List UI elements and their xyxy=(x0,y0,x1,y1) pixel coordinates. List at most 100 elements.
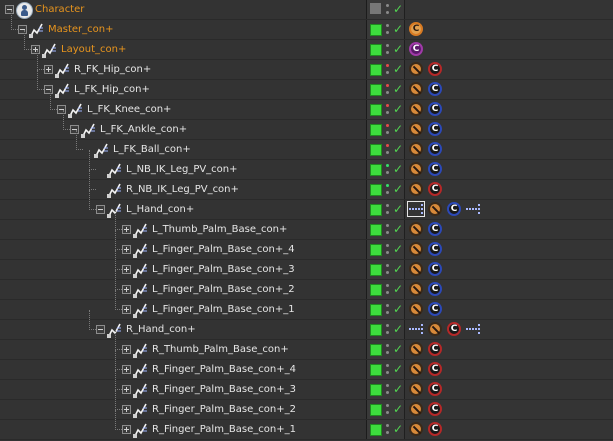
object-name-label[interactable]: L_Thumb_Palm_Base_con+ xyxy=(152,223,287,237)
visibility-dot[interactable] xyxy=(386,144,389,147)
expand-toggle-icon[interactable] xyxy=(122,305,131,314)
ik-tag-icon[interactable] xyxy=(409,323,423,335)
constraint-tag-icon[interactable]: C xyxy=(428,342,442,356)
layer-color-box[interactable] xyxy=(370,384,382,396)
constraint-tag-icon[interactable]: C xyxy=(428,122,442,136)
visibility-dot[interactable] xyxy=(386,371,389,374)
expand-toggle-icon[interactable] xyxy=(122,365,131,374)
layer-color-box[interactable] xyxy=(370,324,382,336)
enabled-check-icon[interactable]: ✓ xyxy=(393,302,403,316)
constraint-tag-icon[interactable]: C xyxy=(428,102,442,116)
visibility-dot[interactable] xyxy=(386,4,389,7)
layer-color-box[interactable] xyxy=(370,164,382,176)
layer-color-box[interactable] xyxy=(370,104,382,116)
visibility-dot[interactable] xyxy=(386,351,389,354)
protection-tag-icon[interactable] xyxy=(409,162,423,176)
expand-toggle-icon[interactable] xyxy=(18,25,27,34)
expand-toggle-icon[interactable] xyxy=(31,45,40,54)
visibility-toggle-icon[interactable] xyxy=(386,204,392,216)
visibility-dot[interactable] xyxy=(386,344,389,347)
visibility-dot[interactable] xyxy=(386,84,389,87)
visibility-dot[interactable] xyxy=(386,191,389,194)
expand-toggle-icon[interactable] xyxy=(122,265,131,274)
constraint-tag-icon[interactable]: C xyxy=(428,422,442,436)
layer-color-box[interactable] xyxy=(370,264,382,276)
visibility-dot[interactable] xyxy=(386,331,389,334)
visibility-dot[interactable] xyxy=(386,184,389,187)
object-row[interactable]: R_Finger_Palm_Base_con+_2 ✓ C xyxy=(0,390,613,420)
ik-tag-icon[interactable] xyxy=(466,203,480,215)
layer-color-box[interactable] xyxy=(370,284,382,296)
expand-toggle-icon[interactable] xyxy=(122,385,131,394)
object-name-label[interactable]: L_NB_IK_Leg_PV_con+ xyxy=(126,163,238,177)
protection-tag-icon[interactable] xyxy=(409,342,423,356)
visibility-dot[interactable] xyxy=(386,364,389,367)
protection-tag-icon[interactable] xyxy=(409,82,423,96)
object-name-label[interactable]: R_Thumb_Palm_Base_con+ xyxy=(152,343,289,357)
object-row[interactable]: R_NB_IK_Leg_PV_con+ ✓ C xyxy=(0,170,613,200)
protection-tag-icon[interactable] xyxy=(409,262,423,276)
visibility-dot[interactable] xyxy=(386,164,389,167)
protection-tag-icon[interactable] xyxy=(409,382,423,396)
visibility-toggle-icon[interactable] xyxy=(386,164,392,176)
expand-toggle-icon[interactable] xyxy=(122,405,131,414)
constraint-tag-icon[interactable]: C xyxy=(428,382,442,396)
layer-color-box[interactable] xyxy=(370,404,382,416)
object-row[interactable]: R_Thumb_Palm_Base_con+ ✓ C xyxy=(0,330,613,360)
object-name-label[interactable]: L_FK_Hip_con+ xyxy=(74,83,150,97)
object-name-label[interactable]: R_FK_Hip_con+ xyxy=(74,63,151,77)
layer-color-box[interactable] xyxy=(370,144,382,156)
protection-tag-icon[interactable] xyxy=(409,422,423,436)
protection-tag-icon[interactable] xyxy=(428,202,442,216)
enabled-check-icon[interactable]: ✓ xyxy=(393,282,403,296)
ik-tag-icon[interactable] xyxy=(407,201,425,217)
layer-color-box[interactable] xyxy=(370,304,382,316)
object-row[interactable]: L_NB_IK_Leg_PV_con+ ✓ C xyxy=(0,150,613,180)
object-name-label[interactable]: L_Finger_Palm_Base_con+_3 xyxy=(152,263,295,277)
object-name-label[interactable]: Master_con+ xyxy=(48,23,113,37)
layer-color-box[interactable] xyxy=(370,424,382,436)
object-name-label[interactable]: L_FK_Ball_con+ xyxy=(113,143,191,157)
constraint-tag-icon[interactable]: C xyxy=(428,402,442,416)
enabled-check-icon[interactable]: ✓ xyxy=(393,342,403,356)
enabled-check-icon[interactable]: ✓ xyxy=(393,362,403,376)
object-row[interactable]: L_FK_Hip_con+ ✓ C xyxy=(0,70,613,100)
enabled-check-icon[interactable]: ✓ xyxy=(393,102,403,116)
enabled-check-icon[interactable]: ✓ xyxy=(393,422,403,436)
enabled-check-icon[interactable]: ✓ xyxy=(393,142,403,156)
constraint-tag-icon[interactable]: C xyxy=(428,82,442,96)
expand-toggle-icon[interactable] xyxy=(57,105,66,114)
visibility-dot[interactable] xyxy=(386,104,389,107)
expand-toggle-icon[interactable] xyxy=(44,85,53,94)
layer-color-box[interactable] xyxy=(370,64,382,76)
visibility-toggle-icon[interactable] xyxy=(386,324,392,336)
enabled-check-icon[interactable]: ✓ xyxy=(393,82,403,96)
visibility-dot[interactable] xyxy=(386,111,389,114)
visibility-toggle-icon[interactable] xyxy=(386,424,392,436)
visibility-dot[interactable] xyxy=(386,11,389,14)
visibility-dot[interactable] xyxy=(386,124,389,127)
visibility-dot[interactable] xyxy=(386,51,389,54)
object-row[interactable]: L_Hand_con+ ✓ C xyxy=(0,190,613,220)
constraint-tag-icon[interactable]: C xyxy=(428,162,442,176)
ik-tag-icon[interactable] xyxy=(466,323,480,335)
visibility-toggle-icon[interactable] xyxy=(386,244,392,256)
protection-tag-icon[interactable] xyxy=(409,102,423,116)
object-name-label[interactable]: R_Hand_con+ xyxy=(126,323,196,337)
visibility-dot[interactable] xyxy=(386,431,389,434)
visibility-toggle-icon[interactable] xyxy=(386,364,392,376)
visibility-dot[interactable] xyxy=(386,264,389,267)
constraint-tag-icon[interactable]: C xyxy=(428,182,442,196)
protection-tag-icon[interactable] xyxy=(409,222,423,236)
object-name-label[interactable]: L_Finger_Palm_Base_con+_4 xyxy=(152,243,295,257)
object-row[interactable]: Character ✓ xyxy=(0,0,613,20)
object-row[interactable]: Master_con+ ✓ C xyxy=(0,10,613,40)
visibility-dot[interactable] xyxy=(386,64,389,67)
protection-tag-icon[interactable] xyxy=(409,182,423,196)
enabled-check-icon[interactable]: ✓ xyxy=(393,402,403,416)
constraint-tag-icon[interactable]: C xyxy=(428,142,442,156)
visibility-dot[interactable] xyxy=(386,24,389,27)
enabled-check-icon[interactable]: ✓ xyxy=(393,202,403,216)
visibility-toggle-icon[interactable] xyxy=(386,64,392,76)
layer-color-box[interactable] xyxy=(370,224,382,236)
